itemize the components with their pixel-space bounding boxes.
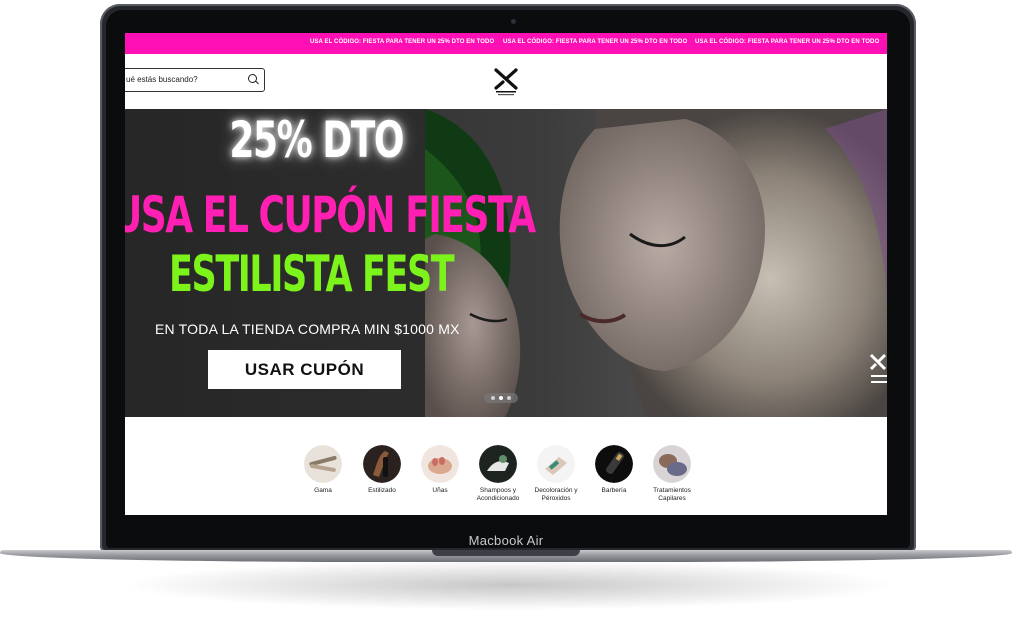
clipper-photo-icon	[595, 445, 633, 483]
hair-straightener-photo-icon	[363, 445, 401, 483]
camera-icon	[511, 19, 516, 24]
promo-bar: USA EL CÓDIGO: FIESTA PARA TENER UN 25% …	[125, 33, 887, 54]
site-header: ué estás buscando?	[125, 54, 887, 109]
carousel-dot[interactable]	[507, 396, 511, 400]
nails-photo-icon	[421, 445, 459, 483]
promo-message: USA EL CÓDIGO: FIESTA PARA TENER UN 25% …	[695, 39, 880, 45]
carousel-dot[interactable]	[491, 396, 495, 400]
category-item-decoloracion[interactable]: Decoloración y Péroxidos	[525, 445, 587, 503]
hero-discount-heading: 25% DTO	[229, 111, 404, 169]
carousel-dot-active[interactable]	[499, 396, 503, 400]
category-item-unas[interactable]: Uñas	[409, 445, 471, 495]
device-label: Macbook Air	[468, 533, 544, 548]
search-input-text[interactable]: ué estás buscando?	[126, 75, 198, 84]
category-label: Uñas	[432, 487, 448, 494]
category-item-estilizado[interactable]: Estilizado	[351, 445, 413, 495]
hero-subtitle: EN TODA LA TIENDA COMPRA MIN $1000 MX	[155, 321, 460, 337]
search-input[interactable]: ué estás buscando?	[125, 68, 265, 92]
category-label: Gama	[314, 487, 332, 494]
promo-message: USA EL CÓDIGO: FIESTA PARA TENER UN 25% …	[503, 39, 688, 45]
hero-coupon-heading: USA EL CUPÓN FIESTA	[125, 186, 536, 244]
hero-watermark-logo	[869, 353, 887, 383]
promo-message: USA EL CÓDIGO: FIESTA PARA TENER UN 25% …	[310, 39, 495, 45]
carousel-pagination	[484, 393, 518, 403]
category-item-barberia[interactable]: Barbería	[583, 445, 645, 495]
category-label: Barbería	[601, 487, 627, 494]
use-coupon-button[interactable]: USAR CUPÓN	[208, 350, 401, 389]
category-label: Tratamientos Capilares	[653, 487, 691, 502]
category-label: Shampoos y Acondicionado	[476, 487, 520, 502]
hero-banner[interactable]: 25% DTO USA EL CUPÓN FIESTA ESTILISTA FE…	[125, 109, 887, 417]
bleach-photo-icon	[537, 445, 575, 483]
search-icon[interactable]	[248, 74, 257, 83]
category-item-tratamientos[interactable]: Tratamientos Capilares	[641, 445, 703, 503]
category-label: Estilizado	[368, 487, 396, 494]
shampoo-photo-icon	[479, 445, 517, 483]
category-item-shampoos[interactable]: Shampoos y Acondicionado	[467, 445, 529, 503]
category-strip: Gama Estilizado Uñas Shampoos y Acondici…	[125, 417, 887, 515]
category-item-gama[interactable]: Gama	[292, 445, 354, 495]
category-label: Decoloración y Péroxidos	[534, 487, 578, 502]
hero-event-heading: ESTILISTA FEST	[169, 245, 455, 303]
browser-viewport: USA EL CÓDIGO: FIESTA PARA TENER UN 25% …	[125, 33, 887, 515]
brand-logo[interactable]	[493, 68, 519, 96]
treatment-photo-icon	[653, 445, 691, 483]
tools-photo-icon	[304, 445, 342, 483]
